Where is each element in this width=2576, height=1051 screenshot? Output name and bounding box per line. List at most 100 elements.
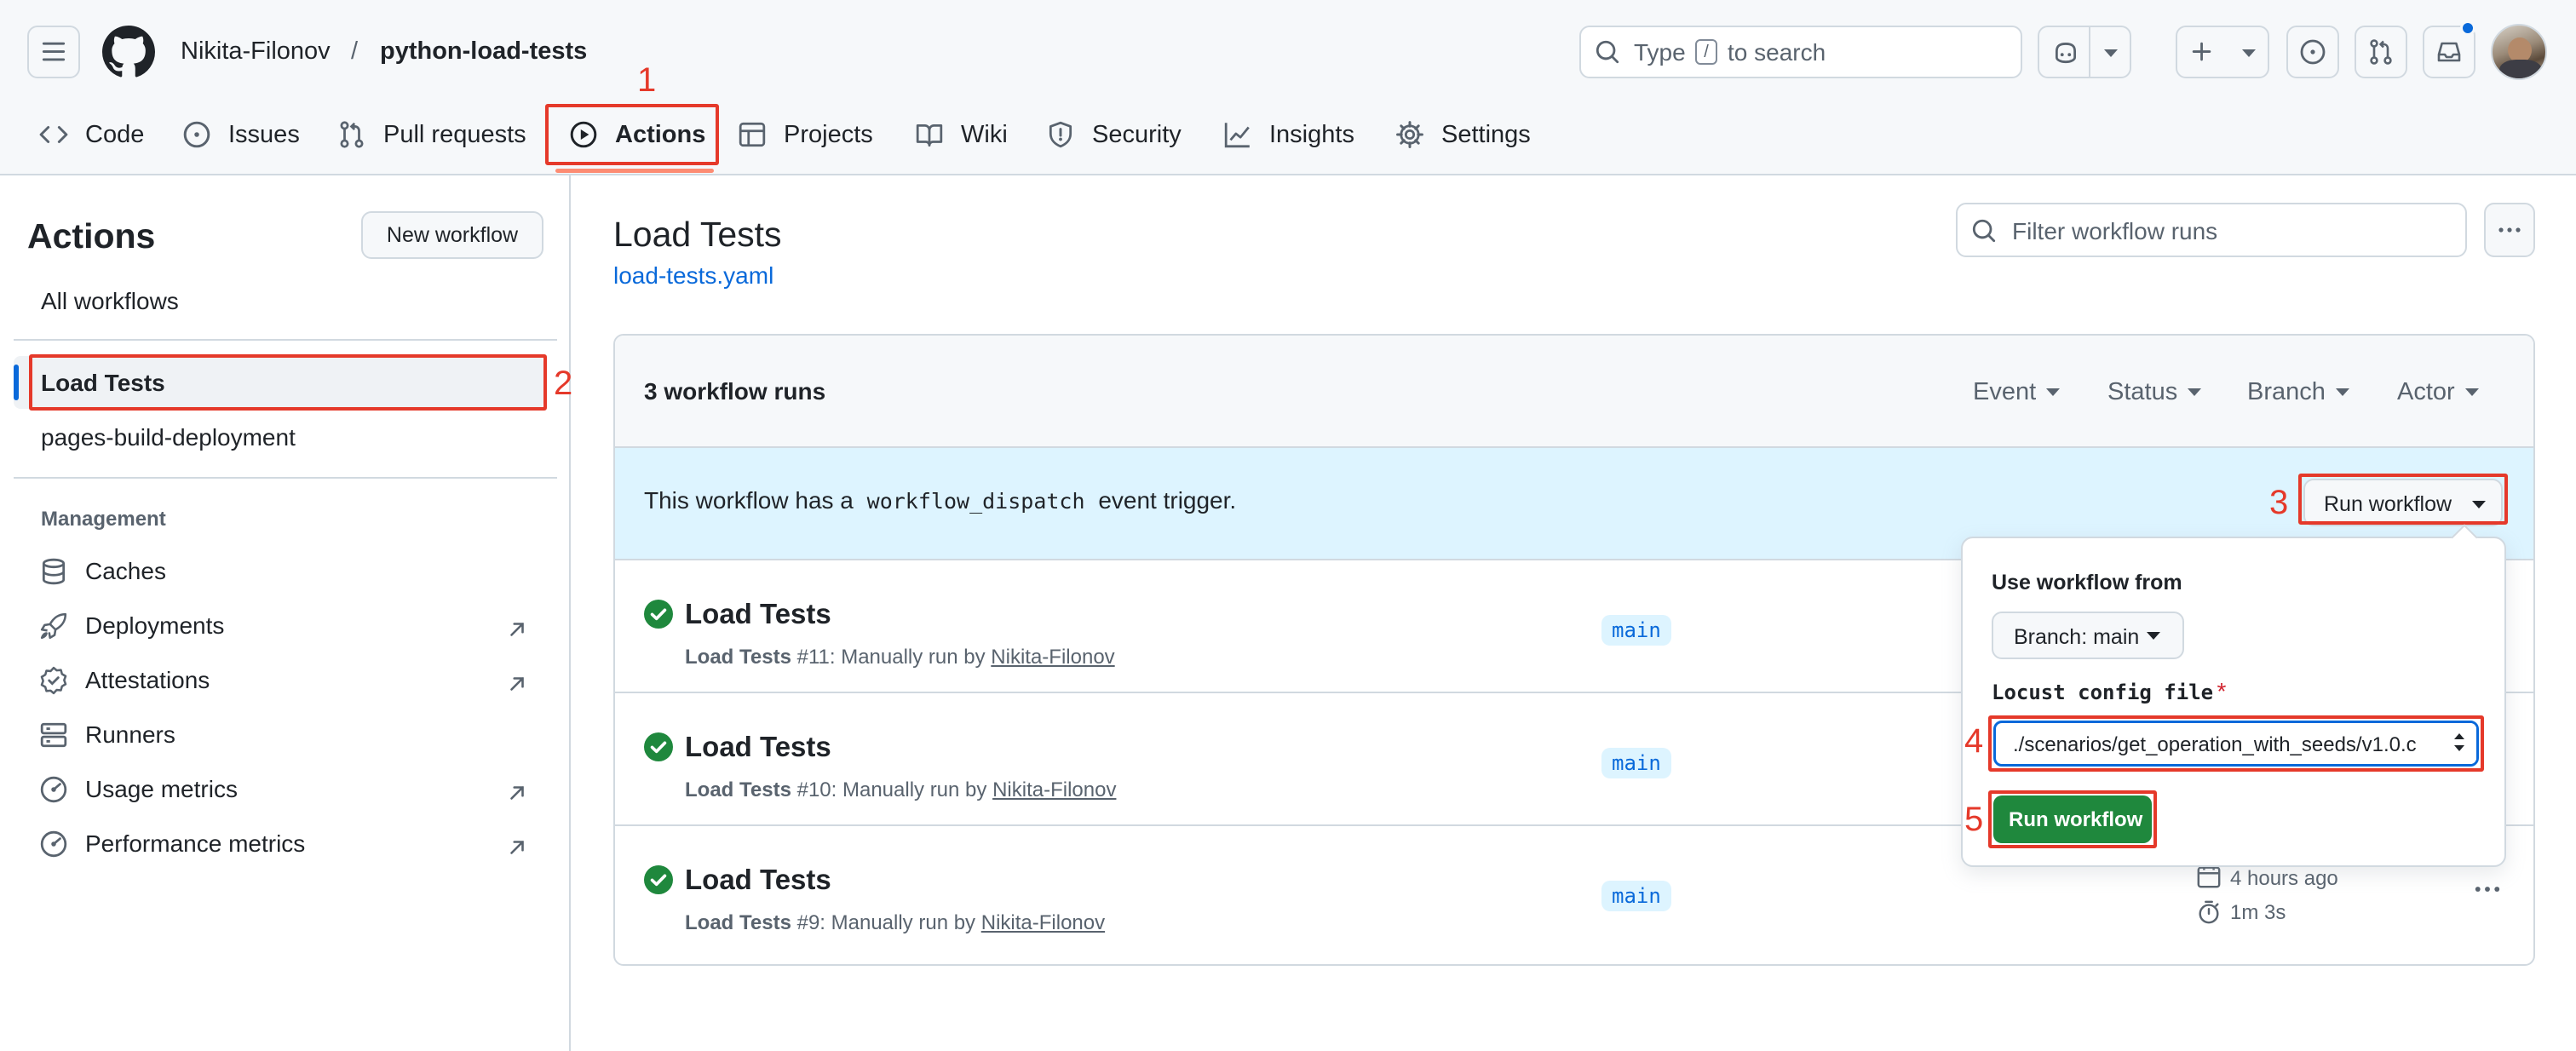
gear-icon (1396, 121, 1423, 148)
run-workflow-name: Load Tests (685, 646, 791, 669)
annotation-number-4: 4 (1964, 722, 1984, 760)
search-shortcut-key: / (1695, 39, 1717, 65)
chevron-down-icon (2335, 388, 2349, 396)
run-workflow-name: Load Tests (685, 778, 791, 801)
database-icon (42, 558, 66, 585)
tab-wiki-label: Wiki (961, 120, 1008, 148)
run-number: #10 (796, 778, 831, 801)
required-mark: * (2217, 678, 2227, 704)
notifications-button[interactable] (2423, 20, 2475, 78)
meter-icon (40, 776, 67, 803)
server-icon (40, 722, 67, 748)
tab-wiki[interactable]: Wiki (915, 116, 1008, 153)
your-issues-button[interactable] (2286, 26, 2339, 78)
run-trigger: : Manually run by (819, 911, 976, 934)
branch-tag[interactable]: main (1601, 881, 1671, 911)
sidebar-item-deployments[interactable]: Deployments (39, 612, 224, 640)
book-icon (916, 123, 943, 147)
chevron-down-icon (2188, 388, 2202, 396)
filter-branch-label: Branch (2247, 378, 2326, 405)
sidebar-item-usage-metrics[interactable]: Usage metrics (39, 775, 238, 804)
page-title: Load Tests (613, 215, 782, 254)
tab-code[interactable]: Code (39, 116, 144, 153)
dispatch-code: workflow_dispatch (866, 489, 1085, 514)
selected-indicator (14, 365, 19, 400)
run-user-link[interactable]: Nikita-Filonov (981, 911, 1105, 934)
chevron-down-icon (2147, 632, 2160, 640)
your-pull-requests-button[interactable] (2355, 26, 2407, 78)
run-title[interactable]: Load Tests (685, 731, 831, 763)
verified-icon (40, 666, 67, 695)
repo-header: Nikita-Filonov / python-load-tests Type … (0, 0, 2576, 175)
annotation-box-5 (1988, 790, 2157, 848)
sidebar-item-caches[interactable]: Caches (39, 557, 166, 586)
hamburger-icon (42, 42, 66, 61)
sidebar-item-all-workflows[interactable]: All workflows (41, 288, 179, 315)
code-icon (39, 126, 68, 143)
workflow-file-link[interactable]: load-tests.yaml (613, 262, 773, 290)
annotation-box-3 (2298, 474, 2508, 525)
menu-button[interactable] (27, 26, 80, 78)
copilot-dropdown-chevron-icon[interactable] (2104, 49, 2118, 57)
filter-status[interactable]: Status (2107, 378, 2202, 406)
branch-tag[interactable]: main (1601, 748, 1671, 778)
run-title[interactable]: Load Tests (685, 864, 831, 896)
new-workflow-button[interactable]: New workflow (361, 211, 543, 259)
inbox-icon (2437, 42, 2461, 62)
breadcrumb-separator: / (351, 37, 359, 65)
search-placeholder-after: to search (1728, 39, 1826, 66)
repo-owner-link[interactable]: Nikita-Filonov (181, 39, 331, 64)
run-description: Load Tests #10: Manually run by Nikita-F… (685, 778, 1116, 802)
search-input[interactable]: Type / to search (1579, 26, 2022, 78)
search-icon (1596, 40, 1619, 64)
filter-placeholder: Filter workflow runs (2012, 218, 2218, 244)
tab-settings[interactable]: Settings (1395, 116, 1531, 153)
tab-actions-underline (555, 169, 714, 173)
sidebar-item-performance-metrics[interactable]: Performance metrics (39, 830, 305, 859)
annotation-number-2: 2 (554, 365, 573, 402)
run-trigger: : Manually run by (829, 646, 986, 669)
repo-name-link[interactable]: python-load-tests (380, 39, 587, 64)
sidebar-item-runners[interactable]: Runners (39, 721, 175, 749)
copilot-icon[interactable] (2051, 37, 2080, 66)
avatar[interactable] (2491, 24, 2547, 80)
more-options-button[interactable] (2484, 203, 2535, 257)
tab-security-label: Security (1092, 120, 1182, 148)
run-time-ago: 4 hours ago (2230, 867, 2338, 890)
tab-projects[interactable]: Projects (738, 116, 873, 153)
tab-pull-requests[interactable]: Pull requests (337, 116, 526, 153)
tab-insights[interactable]: Insights (1223, 116, 1354, 153)
all-workflows-label: All workflows (41, 288, 179, 314)
tab-issues-label: Issues (228, 120, 300, 148)
kebab-horizontal-icon[interactable] (2472, 874, 2503, 905)
tab-insights-label: Insights (1269, 120, 1354, 148)
annotation-number-1: 1 (637, 61, 657, 99)
filter-actor[interactable]: Actor (2397, 378, 2479, 406)
branch-tag[interactable]: main (1601, 615, 1671, 646)
filter-event[interactable]: Event (1973, 378, 2061, 406)
sidebar-item-attestations[interactable]: Attestations (39, 666, 210, 695)
filter-branch[interactable]: Branch (2247, 378, 2349, 406)
tab-issues[interactable]: Issues (182, 116, 300, 153)
branch-select-button[interactable]: Branch: main (1992, 612, 2184, 659)
run-user-link[interactable]: Nikita-Filonov (991, 646, 1114, 669)
sidebar-item-pages-build-deployment[interactable]: pages-build-deployment (41, 424, 296, 451)
run-title[interactable]: Load Tests (685, 598, 831, 630)
run-user-link[interactable]: Nikita-Filonov (992, 778, 1116, 801)
chevron-down-icon (2242, 49, 2256, 57)
run-workflow-popover: Use workflow from Branch: main Locust co… (1961, 524, 2506, 867)
performance-metrics-label: Performance metrics (85, 830, 306, 857)
filter-status-label: Status (2107, 378, 2178, 405)
create-new-button[interactable] (2176, 26, 2269, 78)
dispatch-message: This workflow has a workflow_dispatch ev… (644, 487, 1236, 514)
tab-security[interactable]: Security (1046, 116, 1182, 153)
attestations-label: Attestations (85, 667, 210, 693)
filter-actor-label: Actor (2397, 378, 2455, 405)
github-logo-icon[interactable] (102, 26, 155, 78)
chevron-down-icon (2046, 388, 2061, 396)
chevron-down-icon (2464, 388, 2479, 396)
external-link-arrow-icon (510, 841, 524, 854)
run-description: Load Tests #11: Manually run by Nikita-F… (685, 646, 1115, 669)
issue-icon (183, 121, 210, 148)
filter-workflow-runs-input[interactable]: Filter workflow runs (1956, 203, 2467, 257)
